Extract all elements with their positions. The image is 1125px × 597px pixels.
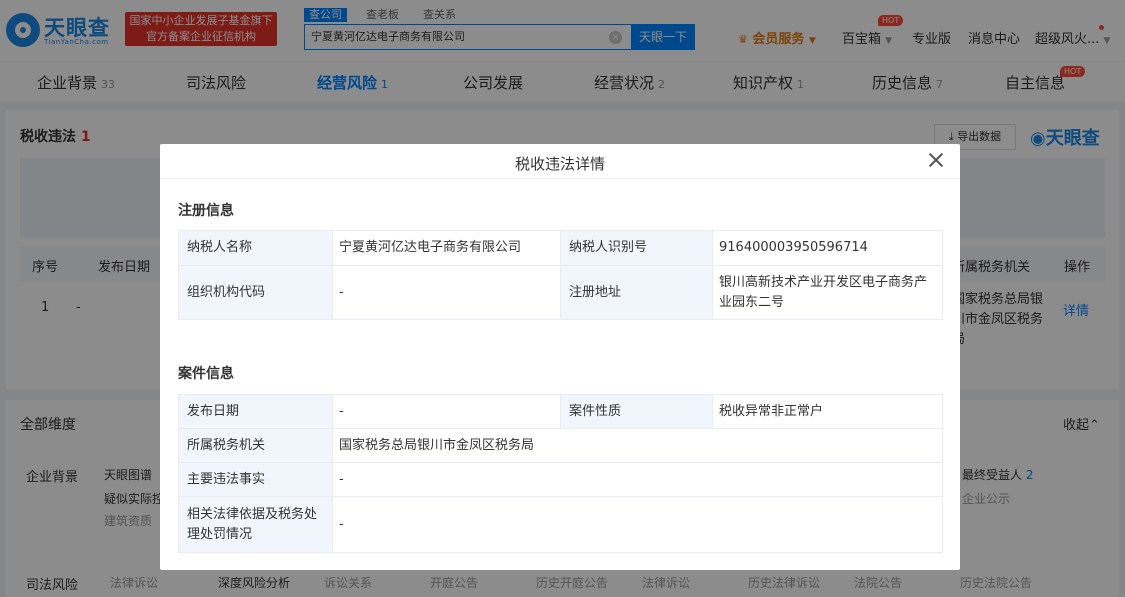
taxpayer-id-label: 纳税人识别号: [560, 230, 713, 266]
legal-basis-value: -: [332, 496, 943, 553]
publish-date-value: -: [332, 394, 561, 429]
table-row: 组织机构代码 - 注册地址 银川高新技术产业开发区电子商务产业园东二号: [178, 265, 943, 320]
address-label: 注册地址: [560, 265, 713, 320]
taxpayer-name-label: 纳税人名称: [178, 230, 333, 266]
case-info-table: 发布日期 - 案件性质 税收异常非正常户 所属税务机关 国家税务总局银川市金凤区…: [178, 394, 943, 553]
case-nature-value: 税收异常非正常户: [712, 394, 943, 429]
org-code-label: 组织机构代码: [178, 265, 333, 320]
org-code-value: -: [332, 265, 561, 320]
legal-basis-label: 相关法律依据及税务处理处罚情况: [178, 496, 333, 553]
modal-header: 税收违法详情: [160, 144, 960, 179]
registration-info-table: 纳税人名称 宁夏黄河亿达电子商务有限公司 纳税人识别号 916400003950…: [178, 230, 943, 320]
tax-authority-label: 所属税务机关: [178, 428, 333, 463]
table-row: 所属税务机关 国家税务总局银川市金凤区税务局: [178, 428, 943, 463]
case-nature-label: 案件性质: [560, 394, 713, 429]
tax-authority-value: 国家税务总局银川市金凤区税务局: [332, 428, 943, 463]
table-row: 发布日期 - 案件性质 税收异常非正常户: [178, 394, 943, 429]
main-facts-label: 主要违法事实: [178, 462, 333, 497]
taxpayer-id-value: 916400003950596714: [712, 230, 943, 266]
registration-info-title: 注册信息: [178, 203, 234, 219]
address-value: 银川高新技术产业开发区电子商务产业园东二号: [712, 265, 943, 320]
case-info-title: 案件信息: [178, 366, 234, 382]
taxpayer-name-value: 宁夏黄河亿达电子商务有限公司: [332, 230, 561, 266]
table-row: 纳税人名称 宁夏黄河亿达电子商务有限公司 纳税人识别号 916400003950…: [178, 230, 943, 266]
close-icon[interactable]: [928, 152, 944, 168]
table-row: 相关法律依据及税务处理处罚情况 -: [178, 496, 943, 553]
publish-date-label: 发布日期: [178, 394, 333, 429]
table-row: 主要违法事实 -: [178, 462, 943, 497]
tax-violation-detail-modal: 税收违法详情 注册信息 纳税人名称 宁夏黄河亿达电子商务有限公司 纳税人识别号 …: [160, 144, 960, 570]
modal-title: 税收违法详情: [514, 155, 605, 173]
main-facts-value: -: [332, 462, 943, 497]
